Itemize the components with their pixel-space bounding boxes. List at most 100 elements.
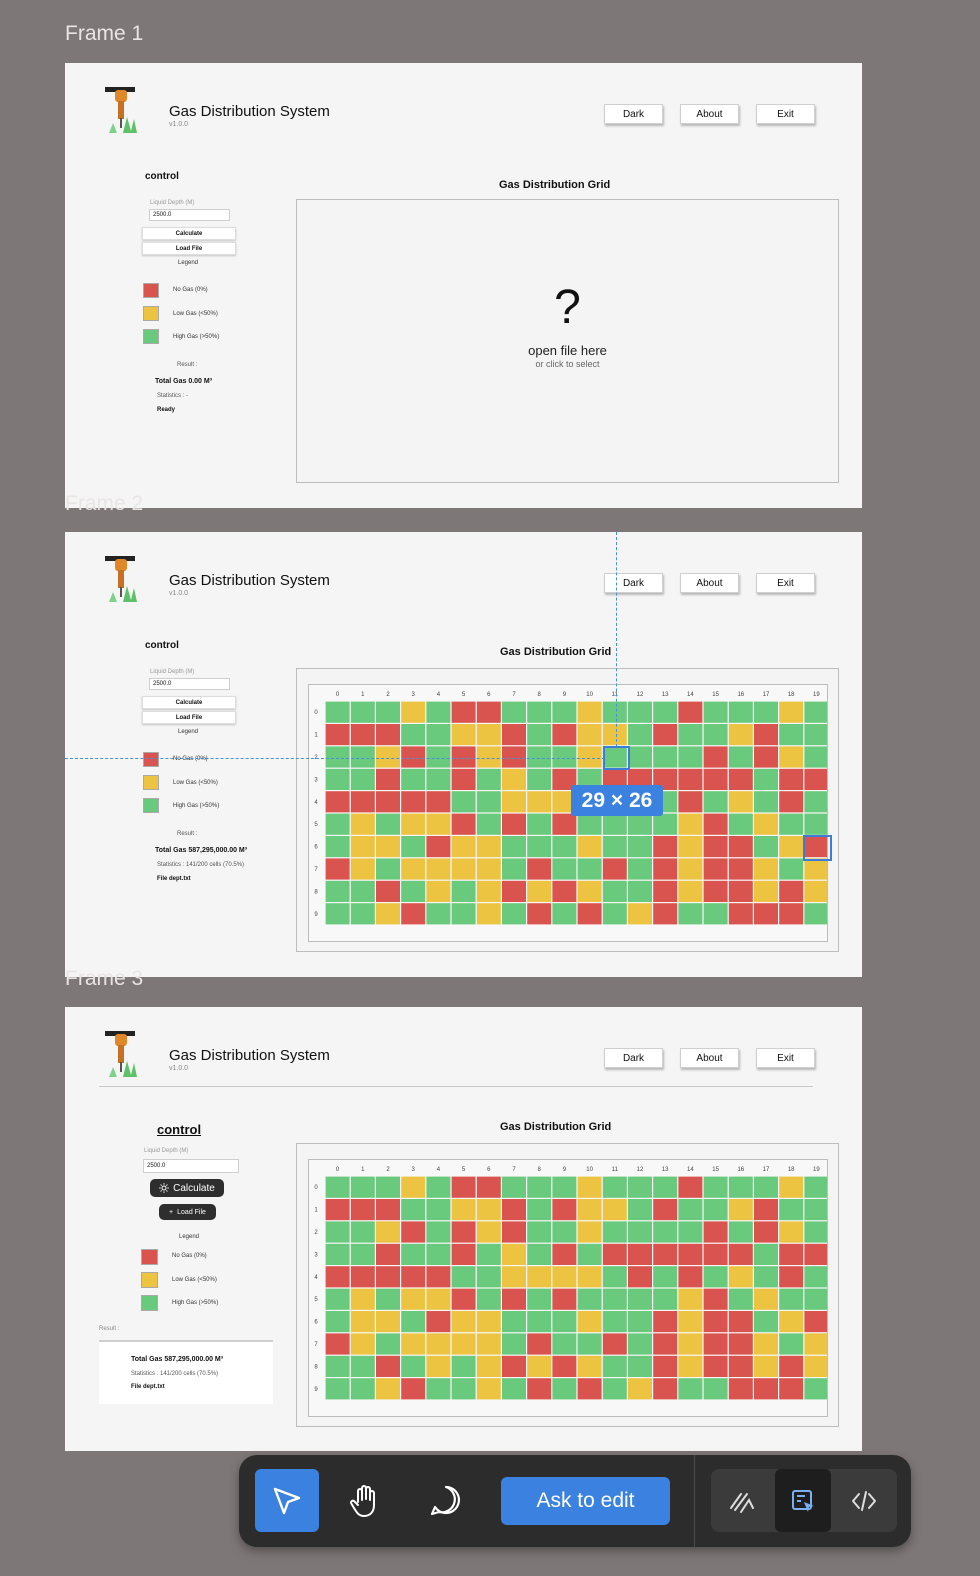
grid-cell[interactable] xyxy=(678,1311,703,1333)
grid-cell[interactable] xyxy=(703,701,728,723)
grid-cell[interactable] xyxy=(401,791,426,813)
grid-cell[interactable] xyxy=(476,858,501,880)
grid-cell[interactable] xyxy=(678,791,703,813)
grid-cell[interactable] xyxy=(779,903,804,925)
grid-cell[interactable] xyxy=(325,813,350,835)
grid-cell[interactable] xyxy=(376,1355,400,1377)
grid-cell[interactable] xyxy=(350,724,375,746)
depth-input[interactable]: 2500.0 xyxy=(143,1159,239,1173)
grid-cell[interactable] xyxy=(426,791,451,813)
grid-cell[interactable] xyxy=(376,1266,400,1288)
grid-cell[interactable] xyxy=(401,1221,426,1243)
grid-cell[interactable] xyxy=(678,1333,703,1355)
grid-cell[interactable] xyxy=(325,1378,350,1400)
grid-cell[interactable] xyxy=(451,701,476,723)
grid-cell[interactable] xyxy=(577,836,602,858)
grid-cell[interactable] xyxy=(754,1333,778,1355)
exit-button[interactable]: Exit xyxy=(756,104,815,124)
grid-cell[interactable] xyxy=(376,880,400,902)
grid-cell[interactable] xyxy=(350,1176,375,1198)
grid-cell[interactable] xyxy=(527,791,552,813)
grid-cell[interactable] xyxy=(401,1311,426,1333)
grid-cell[interactable] xyxy=(552,1176,577,1198)
grid-cell[interactable] xyxy=(728,1311,753,1333)
grid-cell[interactable] xyxy=(350,701,375,723)
grid-cell[interactable] xyxy=(602,1221,627,1243)
grid-cell[interactable] xyxy=(552,1199,577,1221)
grid-cell[interactable] xyxy=(804,1311,829,1333)
grid-cell[interactable] xyxy=(325,1176,350,1198)
grid-cell[interactable] xyxy=(451,768,476,790)
grid-cell[interactable] xyxy=(350,1243,375,1265)
grid-cell[interactable] xyxy=(653,1288,678,1310)
grid-cell[interactable] xyxy=(376,701,400,723)
grid-cell[interactable] xyxy=(653,903,678,925)
grid-cell[interactable] xyxy=(502,1199,526,1221)
grid-cell[interactable] xyxy=(754,1355,778,1377)
ask-to-edit-button[interactable]: Ask to edit xyxy=(501,1477,670,1525)
grid-cell[interactable] xyxy=(325,836,350,858)
grid-cell[interactable] xyxy=(628,746,652,768)
grid-cell[interactable] xyxy=(350,1221,375,1243)
grid-cell[interactable] xyxy=(678,724,703,746)
grid-cell[interactable] xyxy=(325,746,350,768)
grid-cell[interactable] xyxy=(502,1176,526,1198)
grid-cell[interactable] xyxy=(653,1266,678,1288)
grid-cell[interactable] xyxy=(577,858,602,880)
dark-button[interactable]: Dark xyxy=(604,573,663,593)
grid-cell[interactable] xyxy=(350,858,375,880)
grid-cell[interactable] xyxy=(401,1333,426,1355)
grid-cell[interactable] xyxy=(779,1333,804,1355)
grid-cell[interactable] xyxy=(703,1176,728,1198)
grid-cell[interactable] xyxy=(703,768,728,790)
grid-cell[interactable] xyxy=(804,724,829,746)
grid-cell[interactable] xyxy=(602,836,627,858)
grid-cell[interactable] xyxy=(754,1243,778,1265)
grid-cell[interactable] xyxy=(653,724,678,746)
grid-cell[interactable] xyxy=(804,1378,829,1400)
grid-cell[interactable] xyxy=(754,1378,778,1400)
grid-cell[interactable] xyxy=(527,746,552,768)
grid-cell[interactable] xyxy=(577,1243,602,1265)
grid-cell[interactable] xyxy=(376,1243,400,1265)
grid-cell[interactable] xyxy=(703,1199,728,1221)
grid-cell[interactable] xyxy=(577,724,602,746)
grid-cell[interactable] xyxy=(804,1221,829,1243)
grid-cell[interactable] xyxy=(401,1378,426,1400)
grid-cell[interactable] xyxy=(577,813,602,835)
grid-cell[interactable] xyxy=(401,1288,426,1310)
grid-cell[interactable] xyxy=(476,903,501,925)
grid-cell[interactable] xyxy=(728,1176,753,1198)
grid-cell[interactable] xyxy=(502,858,526,880)
grid-cell[interactable] xyxy=(653,1333,678,1355)
grid-cell[interactable] xyxy=(376,1176,400,1198)
grid-cell[interactable] xyxy=(678,903,703,925)
grid-cell[interactable] xyxy=(577,1355,602,1377)
grid-cell[interactable] xyxy=(602,858,627,880)
grid-cell[interactable] xyxy=(804,813,829,835)
grid-cell[interactable] xyxy=(451,791,476,813)
grid-cell[interactable] xyxy=(527,813,552,835)
grid-cell[interactable] xyxy=(703,1333,728,1355)
grid-cell[interactable] xyxy=(451,1199,476,1221)
grid-cell[interactable] xyxy=(804,746,829,768)
grid-cell[interactable] xyxy=(703,858,728,880)
grid-cell[interactable] xyxy=(728,880,753,902)
grid-cell[interactable] xyxy=(678,1243,703,1265)
grid-cell[interactable] xyxy=(552,1378,577,1400)
grid-cell[interactable] xyxy=(653,836,678,858)
dark-button[interactable]: Dark xyxy=(604,1048,663,1068)
grid-cell[interactable] xyxy=(451,1378,476,1400)
grid-cell[interactable] xyxy=(350,813,375,835)
grid-cell[interactable] xyxy=(653,1378,678,1400)
grid-cell[interactable] xyxy=(451,836,476,858)
grid-cell[interactable] xyxy=(754,1199,778,1221)
grid-cell[interactable] xyxy=(602,1243,627,1265)
grid-cell[interactable] xyxy=(628,1288,652,1310)
grid-cell[interactable] xyxy=(728,1288,753,1310)
grid-cell[interactable] xyxy=(804,1266,829,1288)
grid-cell[interactable] xyxy=(779,768,804,790)
grid-cell[interactable] xyxy=(502,1243,526,1265)
grid-cell[interactable] xyxy=(426,724,451,746)
grid-cell[interactable] xyxy=(502,1333,526,1355)
